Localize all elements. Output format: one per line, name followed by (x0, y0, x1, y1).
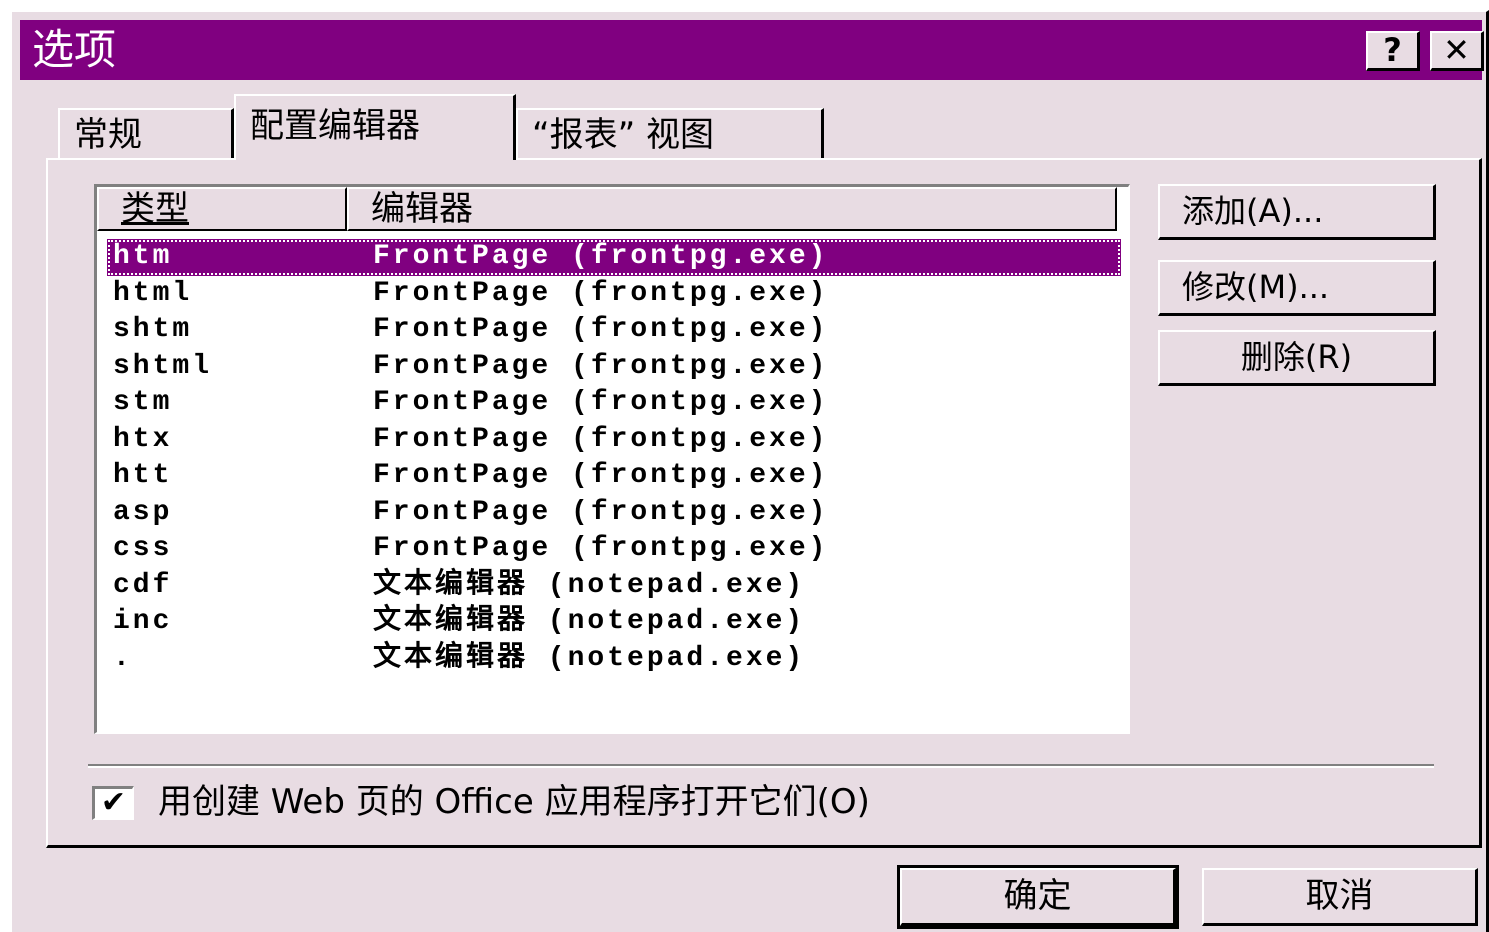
title-bar[interactable]: 选项 ? ✕ (20, 20, 1484, 80)
cell-type: cdf (113, 569, 173, 601)
cell-type: htt (113, 460, 173, 491)
tab-panel: 类型 编辑器 htm FrontPage (frontpg.exe) html … (46, 158, 1482, 848)
cell-type: html (113, 277, 193, 309)
modify-button[interactable]: 修改(M)... (1158, 260, 1436, 316)
cell-type: htm (113, 241, 173, 272)
cell-editor: FrontPage (frontpg.exe) (373, 241, 829, 272)
help-icon: ? (1383, 31, 1402, 69)
editor-list[interactable]: 类型 编辑器 htm FrontPage (frontpg.exe) html … (94, 184, 1130, 734)
cell-type: css (113, 533, 173, 564)
column-header-editor[interactable]: 编辑器 (347, 187, 1117, 231)
delete-button[interactable]: 删除(R) (1158, 330, 1436, 386)
list-item[interactable]: htt FrontPage (frontpg.exe) (107, 458, 1121, 495)
cell-type: shtm (113, 314, 193, 345)
cell-editor: 文本编辑器 (notepad.exe) (373, 606, 806, 637)
list-item[interactable]: css FrontPage (frontpg.exe) (107, 531, 1121, 568)
list-item[interactable]: html FrontPage (frontpg.exe) (107, 276, 1121, 313)
cell-editor: FrontPage (frontpg.exe) (373, 277, 829, 309)
cell-editor: FrontPage (frontpg.exe) (373, 350, 829, 382)
cell-editor: FrontPage (frontpg.exe) (373, 460, 829, 491)
list-item[interactable]: . 文本编辑器 (notepad.exe) (107, 641, 1121, 678)
list-item[interactable]: stm FrontPage (frontpg.exe) (107, 385, 1121, 422)
add-button[interactable]: 添加(A)... (1158, 184, 1436, 240)
list-item[interactable]: shtml FrontPage (frontpg.exe) (107, 349, 1121, 386)
close-button[interactable]: ✕ (1430, 31, 1484, 71)
cell-editor: FrontPage (frontpg.exe) (373, 314, 829, 345)
column-header-type[interactable]: 类型 (97, 187, 347, 231)
cell-type: shtml (113, 350, 213, 382)
cancel-button[interactable]: 取消 (1202, 868, 1478, 926)
list-header: 类型 编辑器 (97, 187, 1127, 231)
list-item[interactable]: htm FrontPage (frontpg.exe) (107, 239, 1121, 276)
tab-report-view-label: “报表” 视图 (532, 115, 715, 155)
list-rows: htm FrontPage (frontpg.exe) html FrontPa… (107, 239, 1121, 677)
ok-button[interactable]: 确定 (897, 865, 1179, 929)
tab-general[interactable]: 常规 (58, 108, 234, 158)
checkmark-icon: ✔ (100, 785, 127, 820)
window-title: 选项 (32, 25, 117, 74)
list-item[interactable]: shtm FrontPage (frontpg.exe) (107, 312, 1121, 349)
tab-report-view[interactable]: “报表” 视图 (516, 108, 824, 158)
list-item[interactable]: asp FrontPage (frontpg.exe) (107, 495, 1121, 532)
cell-editor: FrontPage (frontpg.exe) (373, 423, 829, 455)
list-item[interactable]: cdf 文本编辑器 (notepad.exe) (107, 568, 1121, 605)
options-dialog: 选项 ? ✕ 常规 “报表” 视图 类型 编辑器 htm FrontPage (… (10, 10, 1489, 932)
cell-editor: FrontPage (frontpg.exe) (373, 533, 829, 564)
tab-config-editor-label: 配置编辑器 (250, 106, 420, 146)
divider (88, 764, 1434, 768)
cell-type: htx (113, 423, 173, 455)
cell-editor: 文本编辑器 (notepad.exe) (373, 642, 806, 674)
cell-type: stm (113, 387, 173, 418)
cell-editor: 文本编辑器 (notepad.exe) (373, 569, 806, 601)
list-item[interactable]: htx FrontPage (frontpg.exe) (107, 422, 1121, 459)
tab-general-label: 常规 (74, 115, 142, 155)
cell-type: asp (113, 496, 173, 528)
open-with-office-checkbox[interactable]: ✔ (92, 786, 134, 820)
cell-type: inc (113, 606, 173, 637)
close-icon: ✕ (1443, 31, 1470, 69)
cell-editor: FrontPage (frontpg.exe) (373, 496, 829, 528)
cell-editor: FrontPage (frontpg.exe) (373, 387, 829, 418)
help-button[interactable]: ? (1366, 31, 1420, 71)
cell-type: . (113, 642, 133, 674)
list-item[interactable]: inc 文本编辑器 (notepad.exe) (107, 604, 1121, 641)
tab-config-editor[interactable]: 配置编辑器 (234, 94, 516, 160)
open-with-office-label[interactable]: 用创建 Web 页的 Office 应用程序打开它们(O) (158, 780, 870, 824)
